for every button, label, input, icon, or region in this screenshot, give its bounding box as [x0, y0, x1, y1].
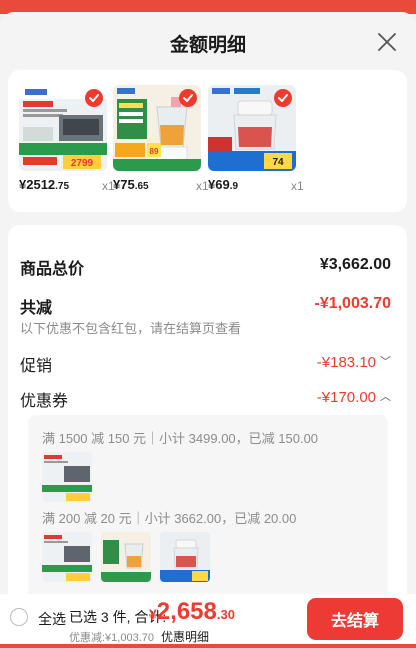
coupon-product-thumb [42, 452, 92, 502]
product-item[interactable]: 2799 ¥2512.75 x1 [19, 85, 115, 193]
discount-detail-link[interactable]: 优惠明细 [161, 628, 209, 645]
total-reduction-label: 共减 [20, 300, 53, 317]
coupon-label: 优惠券 [20, 393, 69, 410]
chevron-down-icon: ﹀ [380, 356, 391, 368]
checked-icon[interactable] [179, 89, 197, 107]
products-card: 2799 ¥2512.75 x1 89 ¥75.65 x1 74 ¥69.9 x… [8, 70, 407, 212]
product-item[interactable]: 89 ¥75.65 x1 [113, 85, 209, 193]
product-price: ¥2512.75 [19, 177, 69, 192]
coupon-product-thumb [42, 532, 92, 582]
coupon-rule: 满 1500 减 150 元｜小计 3499.00，已减 150.00 [42, 431, 319, 446]
checkout-bar: 全选 已选 3 件, 合计: ¥2,658.30 优惠减:¥1,003.70 优… [0, 594, 416, 648]
price-integer: ¥75 [113, 177, 135, 192]
thumb-price-tag: 74 [272, 157, 284, 168]
coupon-row[interactable]: -¥170.00 ︿ [317, 388, 391, 406]
price-integer: ¥69 [208, 177, 230, 192]
close-button[interactable] [376, 31, 398, 53]
total-reduction-value: -¥1,003.70 [314, 295, 391, 312]
product-price: ¥75.65 [113, 177, 149, 192]
promo-value: -¥183.10 [316, 354, 376, 371]
checkout-button[interactable]: 去结算 [307, 598, 403, 640]
grand-total: ¥2,658.30 [149, 598, 235, 626]
checked-icon[interactable] [274, 89, 292, 107]
coupon-product-thumb [160, 532, 210, 582]
bottom-edge [0, 644, 416, 648]
promo-label: 促销 [20, 358, 53, 375]
product-qty: x1 [291, 179, 304, 193]
total-price-value: ¥3,662.00 [319, 256, 391, 273]
product-image: 74 [208, 85, 296, 171]
price-decimal: .9 [229, 181, 239, 192]
select-all-radio[interactable] [10, 608, 28, 626]
sheet-title: 金额明细 [169, 35, 246, 56]
amount-detail-sheet: 金额明细 2799 ¥2512.75 x1 89 ¥75.65 x1 74 ¥6… [0, 12, 416, 594]
sheet-header: 金额明细 [0, 12, 416, 72]
promo-row[interactable]: -¥183.10 ﹀ [317, 353, 391, 371]
summary-card: 商品总价 ¥3,662.00 共减 -¥1,003.70 以下优惠不包含红包，请… [8, 225, 407, 594]
price-decimal: .75 [55, 181, 70, 192]
coupon-product-thumb [101, 532, 151, 582]
product-image: 89 [113, 85, 201, 171]
checked-icon[interactable] [85, 89, 103, 107]
reduction-note: 以下优惠不包含红包，请在结算页查看 [20, 321, 242, 336]
product-image: 2799 [19, 85, 107, 171]
thumb-price-tag: 89 [150, 147, 159, 156]
select-all-label[interactable]: 全选 [38, 609, 66, 629]
close-icon [378, 33, 396, 51]
product-price: ¥69.9 [208, 177, 238, 192]
chevron-up-icon: ︿ [380, 391, 391, 403]
coupon-value: -¥170.00 [316, 389, 376, 406]
coupon-detail-box: 满 1500 减 150 元｜小计 3499.00，已减 150.00 满 20… [28, 415, 388, 594]
total-integer: 2,658 [156, 598, 217, 625]
discount-summary: 优惠减:¥1,003.70 [69, 632, 154, 644]
price-integer: ¥2512 [19, 177, 56, 192]
total-price-label: 商品总价 [20, 261, 85, 278]
total-decimal: .30 [216, 607, 235, 622]
coupon-rule: 满 200 减 20 元｜小计 3662.00，已减 20.00 [42, 511, 297, 526]
thumb-price-tag: 2799 [71, 158, 94, 169]
price-decimal: .65 [134, 181, 149, 192]
currency-symbol: ¥ [149, 606, 157, 622]
product-item[interactable]: 74 ¥69.9 x1 [208, 85, 304, 193]
product-qty: x1 [196, 179, 209, 193]
